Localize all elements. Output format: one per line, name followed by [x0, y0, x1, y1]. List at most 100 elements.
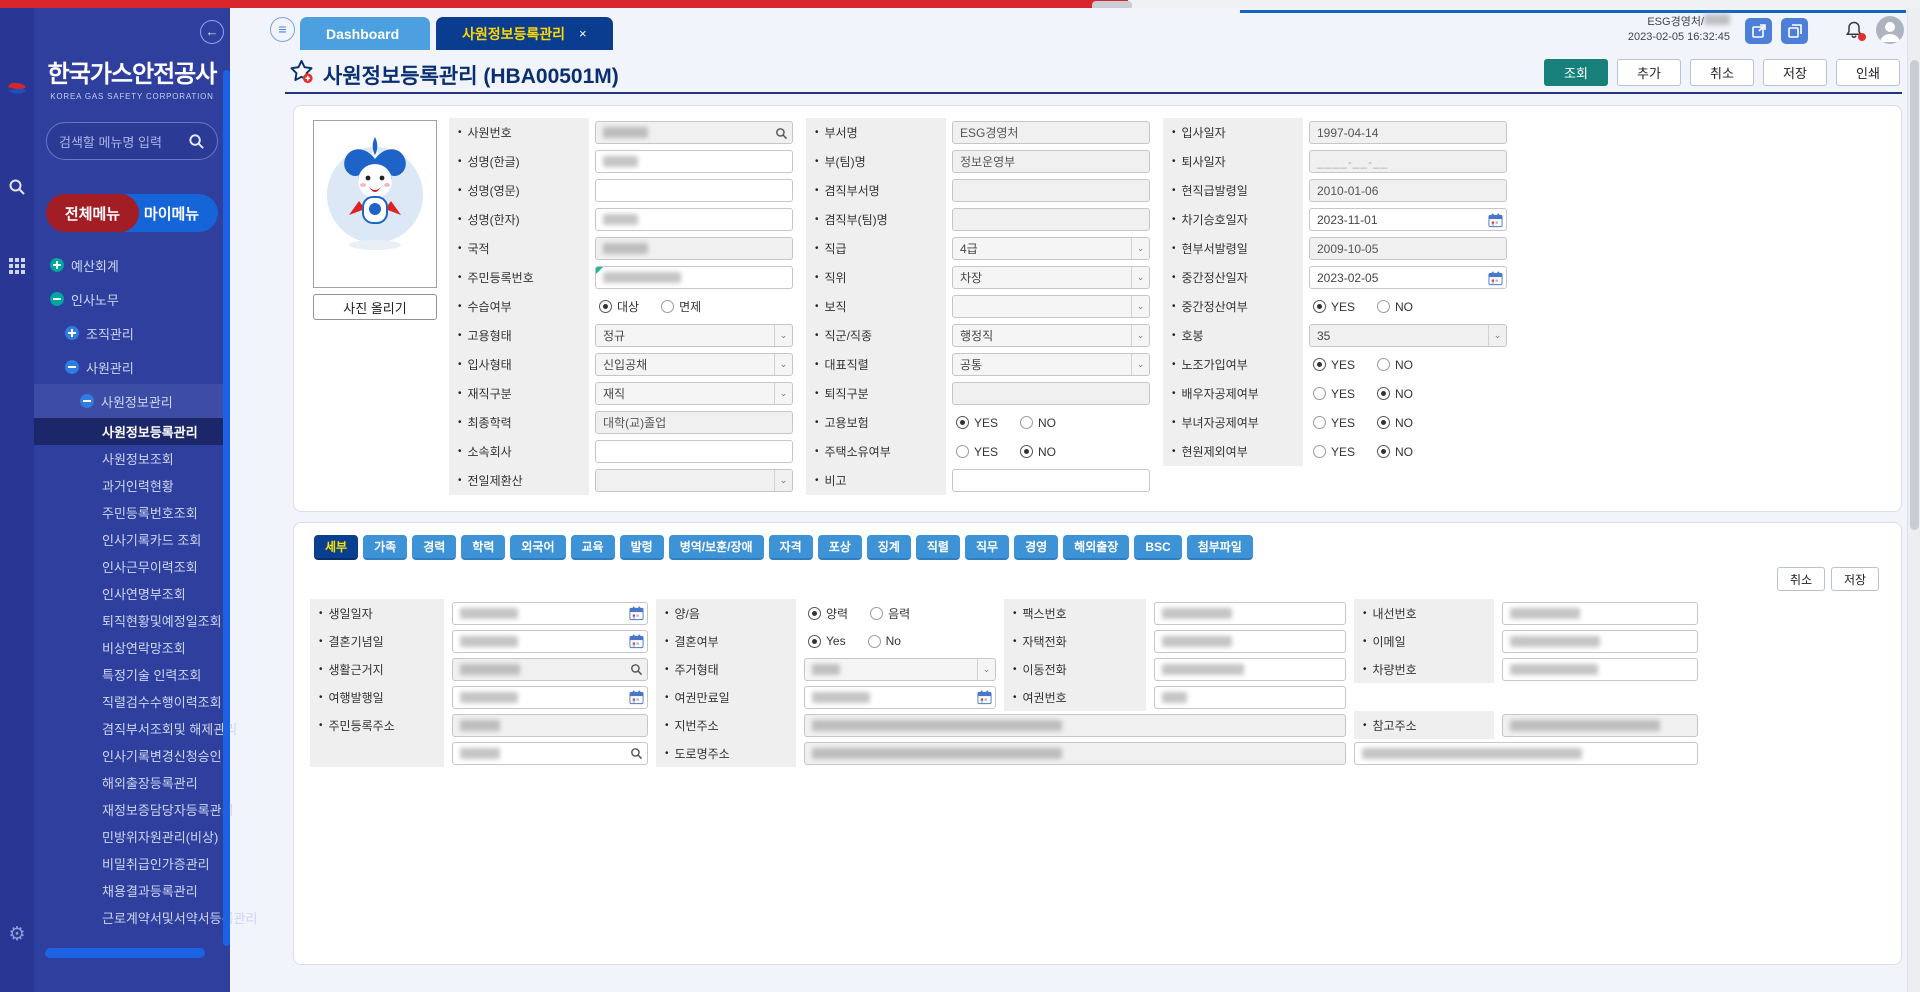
- radio-icon[interactable]: [870, 607, 883, 620]
- field-참고주소[interactable]: [1502, 714, 1698, 737]
- radio-icon[interactable]: [1313, 445, 1326, 458]
- radio-option-YES[interactable]: YES: [1313, 358, 1355, 372]
- field-재직구분[interactable]: 재직⌄: [595, 382, 793, 405]
- main-vertical-scrollbar[interactable]: [1907, 8, 1920, 992]
- sidebar-vertical-scrollbar[interactable]: [223, 70, 230, 946]
- field-자택전화[interactable]: [1154, 630, 1346, 653]
- sidebar-item-인사연명부조회[interactable]: 인사연명부조회: [34, 580, 230, 607]
- radio-option-NO[interactable]: NO: [1020, 445, 1056, 459]
- chevron-down-icon[interactable]: ⌄: [774, 383, 792, 404]
- radio-option-NO[interactable]: NO: [1020, 416, 1056, 430]
- radio-icon[interactable]: [1377, 300, 1390, 313]
- cancel-button[interactable]: 취소: [1690, 59, 1754, 86]
- radio-icon[interactable]: [956, 445, 969, 458]
- detail-tab-detail[interactable]: 세부: [314, 535, 358, 560]
- sidebar-item-채용결과등록관리[interactable]: 채용결과등록관리: [34, 877, 230, 904]
- sidebar-item-사원관리[interactable]: 사원관리: [34, 350, 230, 384]
- field-성명(한글)[interactable]: [595, 150, 793, 173]
- sidebar-item-비상연락망조회[interactable]: 비상연락망조회: [34, 634, 230, 661]
- query-button[interactable]: 조회: [1544, 59, 1608, 86]
- radio-icon[interactable]: [661, 300, 674, 313]
- radio-option-NO[interactable]: NO: [1377, 358, 1413, 372]
- chevron-down-icon[interactable]: ⌄: [1131, 267, 1149, 288]
- field-중간정산여부[interactable]: YESNO: [1309, 295, 1435, 318]
- save-button[interactable]: 저장: [1763, 59, 1827, 86]
- sidebar-item-사원정보등록관리[interactable]: 사원정보등록관리: [34, 418, 230, 445]
- radio-selected-icon[interactable]: [599, 300, 612, 313]
- chevron-down-icon[interactable]: ⌄: [774, 470, 792, 491]
- chevron-down-icon[interactable]: ⌄: [1131, 354, 1149, 375]
- detail-tab-discipline[interactable]: 징계: [867, 535, 911, 560]
- field-고용형태[interactable]: 정규⌄: [595, 324, 793, 347]
- radio-option-YES[interactable]: YES: [1313, 300, 1355, 314]
- sidebar-item-겸직부서조회및 해제관리[interactable]: 겸직부서조회및 해제관리: [34, 715, 230, 742]
- upload-photo-button[interactable]: 사진 올리기: [313, 294, 437, 320]
- detail-tab-appointment[interactable]: 발령: [620, 535, 664, 560]
- radio-selected-icon[interactable]: [1377, 416, 1390, 429]
- radio-selected-icon[interactable]: [1313, 358, 1326, 371]
- detail-tab-academic[interactable]: 학력: [461, 535, 505, 560]
- field-도로명주소[interactable]: [804, 742, 1346, 765]
- rail-search-icon[interactable]: [0, 178, 34, 201]
- search-icon[interactable]: [773, 125, 789, 141]
- field-결혼여부[interactable]: YesNo: [804, 630, 923, 653]
- calendar-icon[interactable]: [628, 690, 644, 706]
- notification-bell-icon[interactable]: [1844, 20, 1866, 42]
- print-button[interactable]: 인쇄: [1836, 59, 1900, 86]
- field-참고주소상세[interactable]: [1354, 742, 1698, 765]
- user-avatar[interactable]: [1876, 16, 1904, 44]
- field-퇴사일자[interactable]: ____-__-__: [1309, 150, 1507, 173]
- expand-plus-icon[interactable]: [65, 326, 79, 340]
- detail-cancel-button[interactable]: 취소: [1777, 567, 1825, 591]
- field-직급[interactable]: 4급⌄: [952, 237, 1150, 260]
- field-주민등록번호[interactable]: [595, 266, 793, 289]
- detail-tab-training[interactable]: 교육: [571, 535, 615, 560]
- collapse-minus-icon[interactable]: [50, 292, 64, 306]
- field-이메일[interactable]: [1502, 630, 1698, 653]
- field-차기승호일자[interactable]: 2023-11-01: [1309, 208, 1507, 231]
- field-국적[interactable]: [595, 237, 793, 260]
- field-현원제외여부[interactable]: YESNO: [1309, 440, 1435, 463]
- radio-icon[interactable]: [1020, 416, 1033, 429]
- detail-tab-attachment[interactable]: 첨부파일: [1187, 535, 1253, 560]
- search-icon[interactable]: [628, 746, 644, 762]
- detail-tab-duty[interactable]: 직무: [965, 535, 1009, 560]
- radio-option-YES[interactable]: YES: [956, 445, 998, 459]
- sidebar-item-인사근무이력조회[interactable]: 인사근무이력조회: [34, 553, 230, 580]
- all-menu-button[interactable]: 전체메뉴: [46, 194, 139, 232]
- sidebar-horizontal-scrollbar[interactable]: [45, 948, 205, 958]
- radio-option-양력[interactable]: 양력: [808, 605, 848, 622]
- radio-option-NO[interactable]: NO: [1377, 416, 1413, 430]
- sidebar-item-민방위자원관리(비상)[interactable]: 민방위자원관리(비상): [34, 823, 230, 850]
- settings-gear-icon[interactable]: ⚙: [0, 923, 34, 946]
- sidebar-item-인사기록카드 조회[interactable]: 인사기록카드 조회: [34, 526, 230, 553]
- field-주민등록주소[interactable]: [452, 714, 648, 737]
- field-퇴직구분[interactable]: [952, 382, 1150, 405]
- field-직위[interactable]: 차장⌄: [952, 266, 1150, 289]
- field-팩스번호[interactable]: [1154, 602, 1346, 625]
- field-주거형태[interactable]: ⌄: [804, 658, 996, 681]
- sidebar-item-사원정보조회[interactable]: 사원정보조회: [34, 445, 230, 472]
- collapse-minus-icon[interactable]: [80, 394, 94, 408]
- radio-option-YES[interactable]: YES: [1313, 387, 1355, 401]
- field-지번주소[interactable]: [804, 714, 1346, 737]
- chevron-down-icon[interactable]: ⌄: [1488, 325, 1506, 346]
- radio-icon[interactable]: [1377, 358, 1390, 371]
- field-노조가입여부[interactable]: YES NO: [1309, 353, 1435, 376]
- field-직군/직종[interactable]: 행정직⌄: [952, 324, 1150, 347]
- radio-icon[interactable]: [1313, 387, 1326, 400]
- field-입사형태[interactable]: 신입공채⌄: [595, 353, 793, 376]
- radio-option-NO[interactable]: NO: [1377, 387, 1413, 401]
- field-보직[interactable]: ⌄: [952, 295, 1150, 318]
- field-호봉[interactable]: 35⌄: [1309, 324, 1507, 347]
- scrollbar-thumb[interactable]: [1910, 60, 1919, 530]
- sidebar-item-직렬검수수행이력조회[interactable]: 직렬검수수행이력조회: [34, 688, 230, 715]
- field-겸직부(팀)명[interactable]: [952, 208, 1150, 231]
- sidebar-item-주민등록번호조회[interactable]: 주민등록번호조회: [34, 499, 230, 526]
- radio-option-YES[interactable]: YES: [1313, 416, 1355, 430]
- radio-option-음력[interactable]: 음력: [870, 605, 910, 622]
- chevron-down-icon[interactable]: ⌄: [774, 325, 792, 346]
- sidebar-collapse-button[interactable]: ←: [200, 20, 224, 44]
- sidebar-item-예산회계[interactable]: 예산회계: [34, 248, 230, 282]
- field-고용보험[interactable]: YESNO: [952, 411, 1078, 434]
